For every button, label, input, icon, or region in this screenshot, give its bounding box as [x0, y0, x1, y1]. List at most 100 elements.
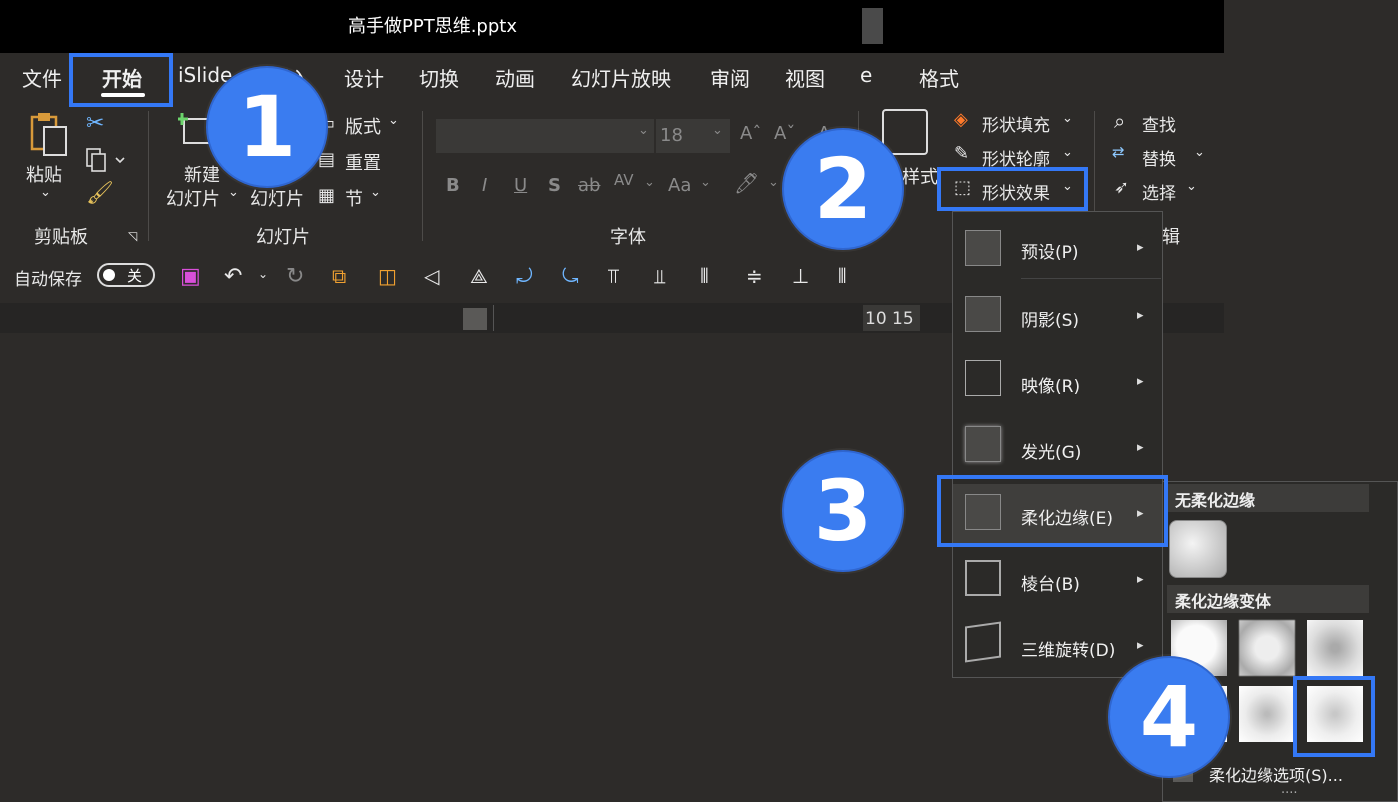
font-size-chevron-icon[interactable]: ⌄ — [712, 123, 723, 138]
paste-label[interactable]: 粘贴 — [26, 161, 62, 187]
soft-edge-none-option[interactable] — [1169, 520, 1227, 578]
group-icon[interactable]: ⧉ — [332, 264, 356, 288]
menu-item-label: 棱台(B) — [1021, 575, 1080, 595]
distribute-vertical-icon[interactable]: ⊥ — [792, 264, 816, 288]
menu-item-bevel[interactable]: 棱台(B) ▸ — [953, 550, 1162, 610]
shadow-button[interactable]: S — [548, 175, 561, 196]
section-icon[interactable]: ▦ — [318, 185, 335, 206]
shrink-font-icon[interactable]: Aˇ — [774, 123, 795, 144]
step-badge-1: 1 — [206, 66, 328, 188]
replace-icon[interactable]: ⇄ — [1112, 143, 1125, 161]
paste-chevron-icon[interactable]: ⌄ — [40, 185, 51, 200]
submenu-arrow-icon: ▸ — [1137, 374, 1144, 389]
reset-button[interactable]: 重置 — [345, 149, 381, 175]
highlight-chevron-icon[interactable]: ⌄ — [768, 175, 779, 190]
bevel-icon — [965, 560, 1001, 596]
undo-icon[interactable]: ↶ — [224, 264, 248, 289]
flip-vertical-icon[interactable]: ⟁ — [470, 264, 494, 288]
group-font-label: 字体 — [610, 227, 646, 248]
tab-animations[interactable]: 动画 — [495, 63, 535, 92]
tab-extra[interactable]: e — [860, 63, 872, 87]
autosave-toggle[interactable]: 关 — [97, 263, 155, 287]
clipboard-launcher-icon[interactable]: ◹ — [128, 229, 137, 243]
menu-item-3d-rotation[interactable]: 三维旋转(D) ▸ — [953, 616, 1162, 676]
underline-button[interactable]: U — [514, 175, 527, 196]
save-icon[interactable]: ▣ — [180, 264, 204, 289]
soft-edge-25pt-option[interactable] — [1239, 686, 1295, 742]
shape-outline-chevron-icon[interactable]: ⌄ — [1062, 145, 1073, 160]
new-slide-chevron-icon[interactable]: ⌄ — [228, 185, 239, 200]
italic-button[interactable]: I — [482, 175, 487, 196]
select-chevron-icon[interactable]: ⌄ — [1186, 179, 1197, 194]
redo-icon[interactable]: ↻ — [286, 264, 310, 289]
rotate-right-icon[interactable]: ⤾ — [516, 264, 540, 288]
flip-horizontal-icon[interactable]: ◁ — [424, 264, 448, 288]
new-slide-label[interactable]: 新建 — [184, 161, 220, 187]
replace-chevron-icon[interactable]: ⌄ — [1194, 145, 1205, 160]
window-title: 高手做PPT思维.pptx — [348, 16, 517, 37]
font-name-chevron-icon[interactable]: ⌄ — [638, 123, 649, 138]
new-slide-label-2[interactable]: 幻灯片 — [166, 185, 220, 211]
menu-item-label: 发光(G) — [1021, 443, 1082, 463]
highlight-pen-icon[interactable]: 🖊 — [734, 171, 759, 195]
copy-icon[interactable] — [86, 148, 125, 172]
quick-styles-label[interactable]: 样式 — [902, 163, 938, 189]
bold-button[interactable]: B — [446, 175, 460, 196]
align-top-icon[interactable]: ⫪ — [608, 264, 632, 288]
menu-item-preset[interactable]: 预设(P) ▸ — [953, 218, 1162, 278]
section-button[interactable]: 节 — [345, 185, 363, 211]
strikethrough-button[interactable]: ab — [578, 175, 600, 196]
char-spacing-chevron-icon[interactable]: ⌄ — [644, 175, 655, 190]
align-center-icon[interactable]: ≑ — [746, 264, 770, 288]
highlight-soft-edge-option — [1293, 676, 1375, 757]
shape-fill-icon[interactable]: ◈ — [954, 109, 968, 130]
layout-button[interactable]: 版式 — [345, 113, 381, 139]
reuse-slides-label[interactable]: 幻灯片 — [250, 185, 304, 211]
menu-item-shadow[interactable]: 阴影(S) ▸ — [953, 286, 1162, 346]
char-spacing-button[interactable]: AV — [614, 171, 634, 189]
highlight-shape-effects — [937, 167, 1088, 211]
soft-edge-options-link[interactable]: 柔化边缘选项(S)... — [1209, 762, 1343, 786]
change-case-button[interactable]: Aa — [668, 175, 691, 196]
tab-view[interactable]: 视图 — [785, 63, 825, 92]
find-button[interactable]: 查找 — [1142, 111, 1176, 136]
bring-forward-icon[interactable]: ◫ — [378, 264, 402, 288]
shape-fill-button[interactable]: 形状填充 — [982, 111, 1050, 136]
select-icon[interactable]: ➶ — [1114, 177, 1129, 198]
soft-edge-5pt-option[interactable] — [1307, 620, 1363, 676]
tab-review[interactable]: 审阅 — [710, 63, 750, 92]
font-name-combo[interactable] — [436, 119, 654, 153]
tab-format[interactable]: 格式 — [919, 63, 959, 92]
grow-font-label: A — [740, 123, 753, 144]
scroll-up-button[interactable] — [463, 308, 487, 330]
format-painter-icon[interactable]: 🖌 — [86, 181, 114, 206]
change-case-chevron-icon[interactable]: ⌄ — [700, 175, 711, 190]
tab-slideshow[interactable]: 幻灯片放映 — [571, 63, 671, 92]
paste-icon[interactable] — [26, 111, 72, 159]
ruler-numbers: 10 15 — [865, 309, 914, 329]
undo-chevron-icon[interactable]: ⌄ — [258, 267, 268, 281]
menu-item-glow[interactable]: 发光(G) ▸ — [953, 418, 1162, 478]
grow-font-icon[interactable]: Aˆ — [740, 123, 761, 144]
soft-edge-2-5pt-option[interactable] — [1239, 620, 1295, 676]
resize-grip-icon[interactable]: .... — [1281, 782, 1298, 797]
align-middle-icon[interactable]: ⦀ — [700, 264, 724, 288]
section-chevron-icon[interactable]: ⌄ — [370, 185, 381, 200]
tab-transitions[interactable]: 切换 — [419, 63, 459, 92]
align-bottom-icon[interactable]: ⫫ — [654, 264, 678, 288]
find-icon[interactable]: ⌕ — [1114, 109, 1125, 133]
select-button[interactable]: 选择 — [1142, 179, 1176, 204]
shape-outline-icon[interactable]: ✎ — [954, 143, 969, 164]
tab-file[interactable]: 文件 — [22, 63, 62, 92]
cut-icon[interactable]: ✂ — [86, 111, 104, 136]
rotate-left-icon[interactable]: ⤿ — [562, 264, 586, 288]
tab-design[interactable]: 设计 — [344, 63, 384, 92]
layout-chevron-icon[interactable]: ⌄ — [388, 113, 399, 128]
menu-item-reflection[interactable]: 映像(R) ▸ — [953, 352, 1162, 412]
window-control[interactable] — [862, 8, 883, 44]
replace-button[interactable]: 替换 — [1142, 145, 1176, 170]
menu-item-label: 阴影(S) — [1021, 311, 1080, 331]
toggle-knob — [103, 269, 115, 281]
distribute-horizontal-icon[interactable]: ⫴ — [838, 264, 862, 288]
shape-fill-chevron-icon[interactable]: ⌄ — [1062, 111, 1073, 126]
